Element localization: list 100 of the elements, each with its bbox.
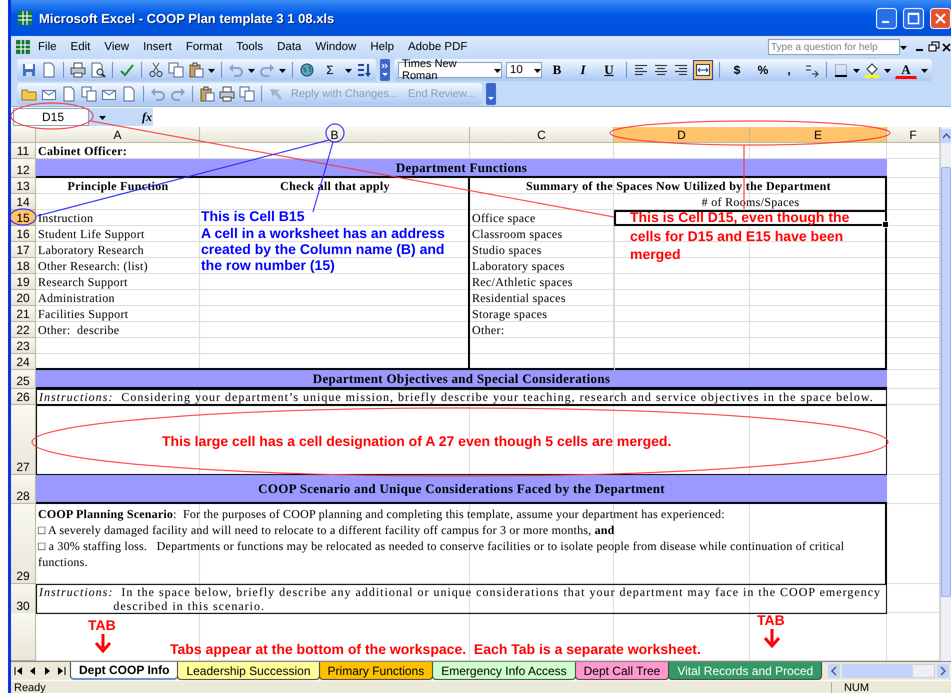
document-icon[interactable] (121, 86, 137, 102)
sheet-tab[interactable]: Dept Call Tree (574, 662, 670, 680)
sheet-cell-text: Other: (471, 322, 506, 338)
scroll-up-icon[interactable] (941, 129, 951, 143)
name-box[interactable]: D15 (13, 108, 89, 126)
annotation-text: TAB (757, 611, 785, 630)
maximize-button[interactable] (903, 8, 924, 28)
sheet-cell-text: Classroom spaces (471, 226, 564, 242)
toolbar-options-icon[interactable] (380, 59, 390, 81)
scroll-right-icon[interactable] (937, 664, 949, 678)
scrollbar-thumb[interactable] (843, 665, 914, 677)
row-header[interactable]: 30 (11, 584, 36, 614)
row-header[interactable]: 27 (11, 405, 36, 475)
paste-icon[interactable] (188, 62, 204, 78)
sheet-cell-text: Facilities Support (37, 306, 130, 322)
row-header[interactable]: 13 (11, 178, 36, 194)
number-format-button[interactable]: $ (726, 61, 748, 79)
cut-icon[interactable] (148, 62, 164, 78)
fill-color-icon[interactable] (864, 62, 880, 78)
menu-item[interactable]: File (31, 39, 64, 55)
row-header[interactable]: 16 (11, 226, 36, 242)
spreadsheet-icon[interactable] (15, 39, 31, 55)
row-header[interactable]: 26 (11, 389, 36, 405)
row-header[interactable]: 24 (11, 354, 36, 370)
row-header[interactable]: 19 (11, 274, 36, 290)
copy-icon[interactable] (168, 62, 184, 78)
globe-icon[interactable] (299, 62, 315, 78)
menu-item[interactable]: Tools (229, 39, 270, 55)
autosum-button[interactable]: Σ (319, 61, 341, 79)
row-header[interactable]: 18 (11, 258, 36, 274)
borders-icon[interactable] (833, 62, 849, 78)
column-header[interactable]: F (887, 127, 940, 143)
number-format-button[interactable]: % (752, 61, 774, 79)
row-header[interactable]: 23 (11, 338, 36, 354)
format-button[interactable]: U (598, 60, 620, 80)
number-format-button[interactable]: , (778, 61, 800, 79)
font-size-field[interactable]: 10 (506, 62, 542, 78)
print-preview-icon[interactable] (90, 62, 106, 78)
sheet-cell-text: Other: describe (37, 322, 120, 338)
document-icon[interactable] (41, 62, 57, 78)
menu-item[interactable]: View (97, 39, 136, 55)
menu-item[interactable]: Help (363, 39, 401, 55)
paste-icon[interactable] (199, 86, 215, 102)
scroll-left-icon[interactable] (828, 664, 840, 678)
row-header[interactable]: 22 (11, 322, 36, 338)
close-button[interactable] (930, 8, 951, 28)
scrollbar-thumb[interactable] (941, 167, 951, 597)
document-icon[interactable] (61, 86, 77, 102)
annotation-text: This large cell has a cell designation of A 27 even though 5 cells are merged. (162, 432, 672, 450)
sheet-tab[interactable]: Leadership Succession (177, 662, 320, 680)
column-header[interactable]: C (470, 127, 614, 143)
align-center-icon[interactable] (653, 62, 669, 78)
format-button[interactable]: B (546, 60, 568, 80)
merge-center-button[interactable] (693, 60, 713, 80)
menu-item[interactable]: Window (308, 39, 364, 55)
row-header[interactable]: 12 (11, 159, 36, 178)
sheet-tab[interactable]: Primary Functions (318, 662, 434, 680)
sheet-tab[interactable]: Dept COOP Info (70, 662, 178, 680)
font-color-button[interactable]: A (895, 62, 917, 78)
insert-function-button[interactable]: fx (142, 110, 152, 124)
row-header[interactable]: 20 (11, 290, 36, 306)
sheet-cell-text: Residential spaces (471, 290, 567, 306)
row-header[interactable]: 21 (11, 306, 36, 322)
check-icon[interactable] (119, 62, 135, 78)
print-icon[interactable] (219, 86, 235, 102)
row-header[interactable]: 28 (11, 475, 36, 504)
sheet-tab[interactable]: Emergency Info Access (432, 662, 576, 680)
menu-item[interactable]: Adobe PDF (400, 39, 474, 55)
copy-icon[interactable] (81, 86, 97, 102)
sort-icon[interactable] (356, 62, 372, 78)
instruction-text: Instructions: Considering your department’s unique mission, briefly describe your teaching, research and service objectives in the space below. (36, 389, 887, 405)
row-header[interactable]: 11 (11, 143, 36, 159)
menu-item[interactable]: Data (270, 39, 308, 55)
last-sheet-icon[interactable] (55, 664, 67, 678)
row-header[interactable]: 25 (11, 370, 36, 389)
save-icon[interactable] (21, 62, 37, 78)
column-header[interactable]: D (614, 127, 750, 143)
row-header[interactable]: 17 (11, 242, 36, 258)
section-banner: COOP Scenario and Unique Considerations Faced by the Department (36, 475, 887, 504)
align-left-icon[interactable] (633, 62, 649, 78)
column-header[interactable]: B (200, 127, 470, 143)
menu-item[interactable]: Edit (64, 39, 98, 55)
down-arrow-icon (764, 629, 780, 648)
minimize-button[interactable] (876, 8, 897, 28)
toolbar-options-icon[interactable] (486, 83, 496, 105)
vertical-scrollbar[interactable] (940, 127, 951, 661)
menu-item[interactable]: Insert (136, 39, 179, 55)
restore-icon[interactable] (927, 40, 941, 54)
copy-icon[interactable] (239, 86, 255, 102)
row-header[interactable]: 29 (11, 504, 36, 584)
menu-item[interactable]: Format (178, 39, 230, 55)
help-search-field[interactable]: Type a question for help (768, 39, 900, 55)
first-sheet-icon[interactable] (13, 664, 25, 678)
align-right-icon[interactable] (673, 62, 689, 78)
print-icon[interactable] (70, 62, 86, 78)
column-header[interactable]: A (36, 127, 200, 143)
format-button[interactable]: I (572, 60, 594, 80)
column-header[interactable]: E (750, 127, 887, 143)
sheet-tab[interactable]: Vital Records and Proced (668, 662, 822, 680)
row-header[interactable]: 14 (11, 194, 36, 210)
